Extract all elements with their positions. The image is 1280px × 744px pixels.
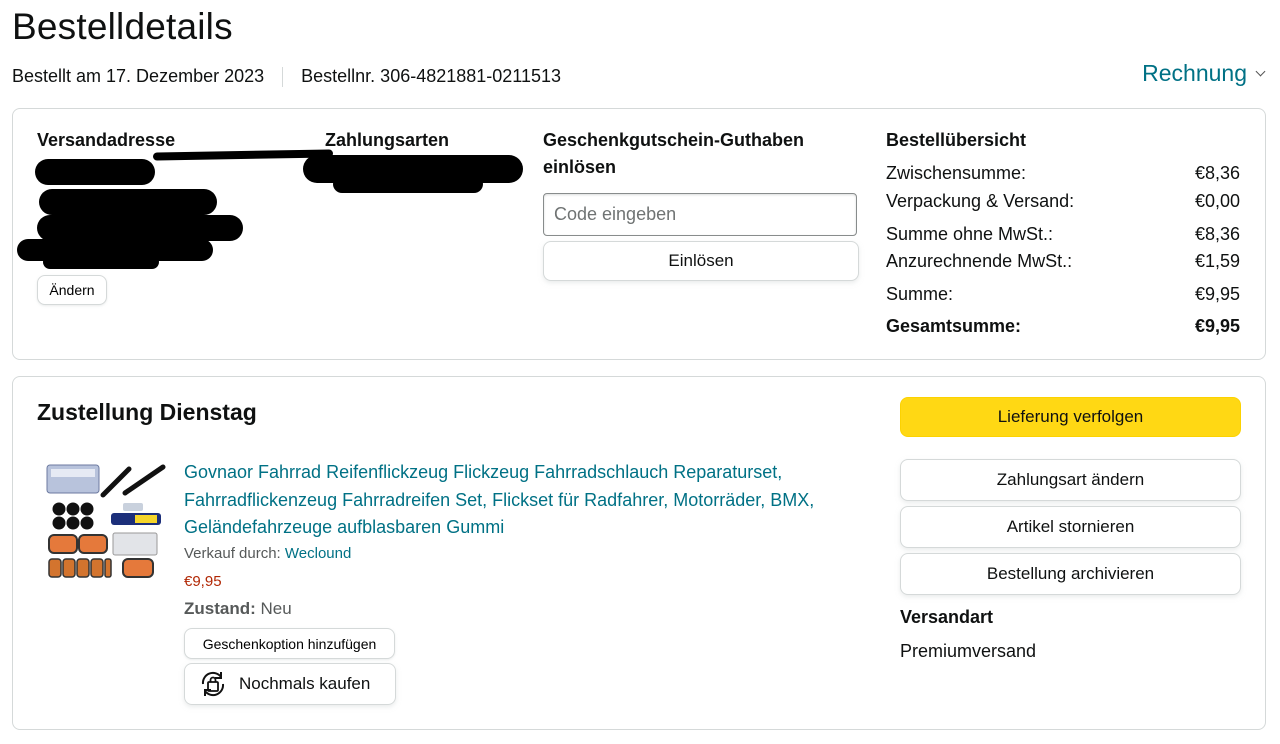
redeem-button[interactable]: Einlösen: [543, 241, 859, 281]
change-payment-button[interactable]: Zahlungsart ändern: [900, 459, 1241, 501]
shipping-address-title: Versandadresse: [37, 130, 176, 150]
gift-card-title-line2: einlösen: [543, 157, 617, 177]
summary-row-sum: Summe: €9,95: [886, 282, 1240, 306]
buy-again-label: Nochmals kaufen: [239, 674, 371, 693]
meta-divider: [282, 66, 284, 87]
page-title: Bestelldetails: [12, 6, 233, 47]
summary-value: €1,59: [1194, 251, 1240, 271]
summary-label: Verpackung & Versand:: [886, 191, 1075, 211]
gift-code-input[interactable]: [543, 193, 857, 236]
seller-link[interactable]: Weclound: [285, 545, 351, 562]
archive-order-button[interactable]: Bestellung archivieren: [900, 553, 1241, 595]
order-number: Bestellnr. 306-4821881-0211513: [301, 66, 562, 86]
summary-label: Zwischensumme:: [886, 163, 1027, 183]
product-image[interactable]: [43, 461, 169, 587]
delivery-card: Zustellung Dienstag Govnaor Fahrrad Reif…: [12, 376, 1266, 730]
summary-value: €9,95: [1194, 284, 1240, 304]
seller-prefix: Verkauf durch:: [184, 545, 281, 562]
order-meta: Bestellt am 17. Dezember 2023 Bestellnr.…: [12, 66, 561, 87]
summary-value: €0,00: [1194, 191, 1240, 211]
seller-info: Verkauf durch: Weclound: [184, 545, 351, 562]
summary-row-vat: Anzurechnende MwSt.: €1,59: [886, 249, 1240, 273]
condition-label: Zustand:: [184, 599, 256, 618]
track-package-button[interactable]: Lieferung verfolgen: [900, 397, 1241, 437]
shipping-method-value: Premiumversand: [900, 641, 1037, 661]
order-summary-title: Bestellübersicht: [886, 130, 1027, 150]
product-title-link[interactable]: Govnaor Fahrrad Reifenflickzeug Flickzeu…: [184, 459, 874, 542]
summary-value: €8,36: [1194, 163, 1240, 183]
condition-value: Neu: [260, 599, 292, 618]
invoice-label: Rechnung: [1142, 60, 1247, 86]
summary-row-total: Gesamtsumme: €9,95: [886, 314, 1240, 338]
summary-row-shipping: Verpackung & Versand: €0,00: [886, 189, 1240, 213]
shipping-method-title: Versandart: [900, 607, 994, 627]
change-address-button[interactable]: Ändern: [37, 275, 107, 305]
order-info-card: Versandadresse Ändern Zahlungsarten Gesc…: [12, 108, 1266, 360]
summary-label: Gesamtsumme:: [886, 316, 1022, 336]
add-gift-option-button[interactable]: Geschenkoption hinzufügen: [184, 628, 395, 659]
summary-label: Anzurechnende MwSt.:: [886, 251, 1073, 271]
gift-card-title-line1: Geschenkgutschein-Guthaben: [543, 130, 805, 150]
summary-label: Summe ohne MwSt.:: [886, 224, 1054, 244]
chevron-down-icon: [1255, 66, 1266, 77]
item-price: €9,95: [184, 573, 222, 590]
item-condition: Zustand: Neu: [184, 599, 292, 619]
summary-value: €9,95: [1194, 316, 1240, 336]
invoice-dropdown[interactable]: Rechnung: [1142, 60, 1266, 87]
buy-again-icon: [201, 671, 225, 697]
summary-value: €8,36: [1194, 224, 1240, 244]
summary-label: Summe:: [886, 284, 954, 304]
order-date: Bestellt am 17. Dezember 2023: [12, 66, 265, 86]
summary-row-subtotal: Zwischensumme: €8,36: [886, 161, 1240, 185]
cancel-items-button[interactable]: Artikel stornieren: [900, 506, 1241, 548]
delivery-title: Zustellung Dienstag: [37, 399, 257, 425]
payment-methods-title: Zahlungsarten: [325, 130, 450, 150]
summary-row-net: Summe ohne MwSt.: €8,36: [886, 222, 1240, 246]
buy-again-button[interactable]: Nochmals kaufen: [184, 663, 396, 705]
gift-card-title: Geschenkgutschein-Guthaben einlösen: [543, 127, 804, 181]
